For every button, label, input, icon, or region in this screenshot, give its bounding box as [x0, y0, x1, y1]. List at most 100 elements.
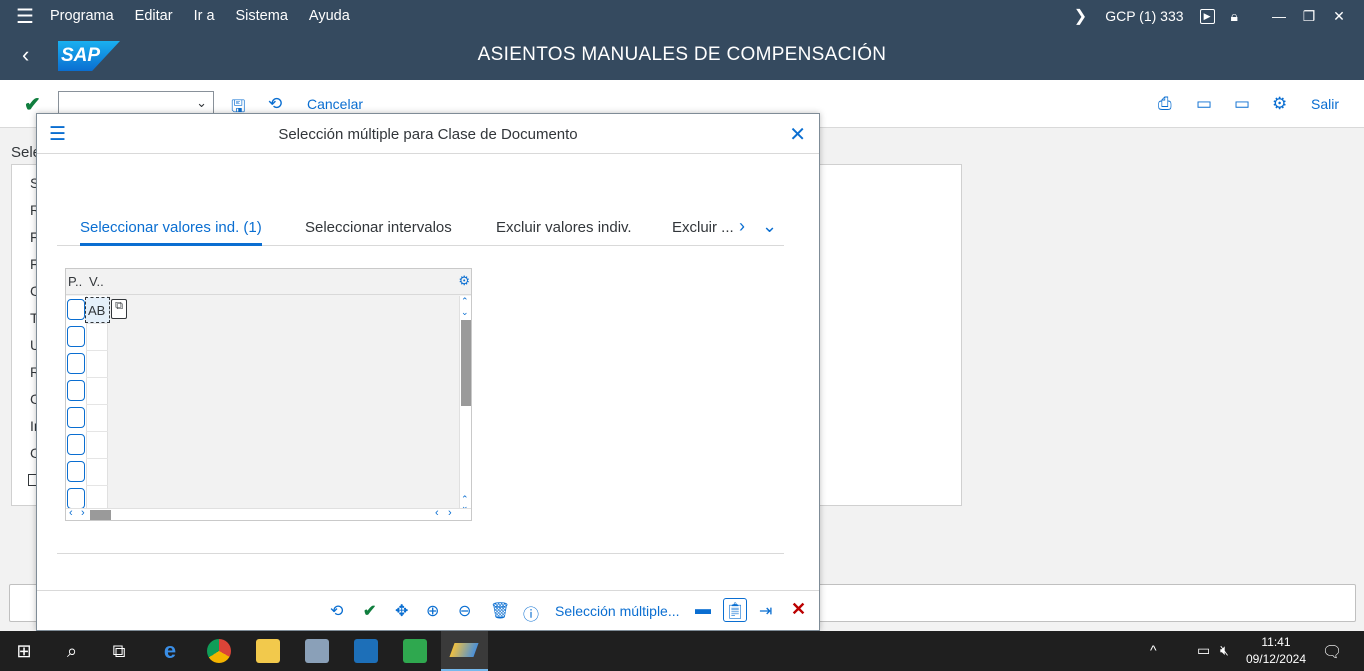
exit-button[interactable]: Salir: [1311, 96, 1339, 112]
row-divider: [86, 377, 108, 378]
tab-exclude-single-values[interactable]: Excluir valores indiv.: [496, 219, 632, 236]
dialog-divider: [57, 553, 784, 554]
menu-editar[interactable]: Editar: [135, 8, 173, 24]
multiple-selection-button[interactable]: Selección múltiple...: [555, 603, 680, 619]
hamburger-menu-icon[interactable]: ☰: [0, 4, 50, 29]
paste-clipboard-icon[interactable]: 📋︎: [723, 598, 747, 622]
taskbar: ⊞ ⌕ ⧉ e ^ ▭ 🔇︎ 11:41 09/12/2024 🗨︎: [0, 631, 1364, 671]
chevron-right-icon[interactable]: ›: [739, 216, 745, 237]
app-s-icon[interactable]: [354, 639, 378, 663]
tab-strip: Seleccionar valores ind. (1) Seleccionar…: [57, 216, 784, 246]
sap-logon-icon[interactable]: [305, 639, 329, 663]
menu-programa[interactable]: Programa: [50, 8, 114, 24]
file-explorer-icon[interactable]: [256, 639, 280, 663]
app-play-icon[interactable]: [403, 639, 427, 663]
chevron-right-icon[interactable]: ❯: [1074, 6, 1087, 26]
chevron-up-icon[interactable]: ^: [1150, 642, 1157, 658]
tab-select-single-values[interactable]: Seleccionar valores ind. (1): [80, 219, 262, 246]
table-settings-icon[interactable]: ⚙: [458, 273, 470, 289]
sap-gui-taskbar-item[interactable]: [441, 631, 488, 671]
import-icon[interactable]: ⇥: [759, 601, 772, 621]
value-column: [86, 296, 108, 510]
delete-icon[interactable]: 🗑︎: [490, 601, 510, 621]
cancel-icon[interactable]: ✕: [791, 599, 806, 620]
lock-icon[interactable]: 🔒︎: [1231, 8, 1238, 25]
scroll-thumb[interactable]: [461, 320, 471, 406]
value-cell[interactable]: AB: [85, 297, 110, 323]
row-selector[interactable]: [67, 407, 85, 428]
move-icon[interactable]: ✥: [395, 601, 408, 621]
checkbox-column: [66, 296, 86, 510]
row-divider: [86, 350, 108, 351]
history-icon[interactable]: ⟲: [268, 94, 282, 114]
multiple-selection-dialog: ☰ Selección múltiple para Clase de Docum…: [36, 113, 820, 631]
menu-ayuda[interactable]: Ayuda: [309, 8, 350, 24]
row-selector[interactable]: [67, 461, 85, 482]
row-selector[interactable]: [67, 434, 85, 455]
windows-start-icon[interactable]: ⊞: [12, 639, 36, 663]
time: 11:41: [1261, 635, 1291, 649]
chevron-down-icon[interactable]: ⌄: [762, 216, 777, 237]
cancel-button[interactable]: Cancelar: [307, 96, 363, 112]
menu-ir-a[interactable]: Ir a: [194, 8, 215, 24]
row-selector[interactable]: [67, 353, 85, 374]
date: 09/12/2024: [1245, 652, 1306, 666]
volume-icon[interactable]: 🔇︎: [1220, 642, 1229, 659]
horizontal-scrollbar[interactable]: ‹ › ‹ ›: [66, 507, 471, 520]
row-selector[interactable]: [67, 380, 85, 401]
chevron-down-icon[interactable]: ⌄: [196, 95, 207, 111]
chrome-icon[interactable]: [207, 639, 231, 663]
minimize-icon[interactable]: —: [1264, 8, 1294, 24]
close-icon[interactable]: ✕: [789, 122, 806, 147]
remove-row-icon[interactable]: ⊖: [458, 601, 471, 621]
dialog-title: Selección múltiple para Clase de Documen…: [278, 126, 578, 143]
sap-gui-icon: [449, 643, 479, 657]
vertical-scrollbar[interactable]: ⌃ ⌄ ⌃ ⌄: [459, 296, 471, 511]
page-title: ASIENTOS MANUALES DE COMPENSACIÓN: [477, 44, 887, 65]
window-icon[interactable]: ▭: [1234, 94, 1250, 114]
scroll-left-icon[interactable]: ‹: [435, 507, 439, 519]
menu-bar: ☰ Programa Editar Ir a Sistema Ayuda ❯ G…: [0, 0, 1364, 32]
row-divider: [86, 458, 108, 459]
internet-explorer-icon[interactable]: e: [158, 638, 182, 663]
notifications-icon[interactable]: 🗨︎: [1322, 642, 1342, 662]
info-icon[interactable]: ⓘ: [523, 601, 539, 625]
maximize-icon[interactable]: ❐: [1294, 8, 1324, 25]
network-icon[interactable]: ▭: [1197, 642, 1210, 659]
row-divider: [86, 485, 108, 486]
settings-icon[interactable]: ⚙: [1272, 94, 1287, 114]
table-header: P.. V.. ⚙: [66, 269, 471, 295]
row-divider: [86, 323, 108, 324]
row-selector[interactable]: [67, 299, 85, 320]
title-bar: ‹ SAP ASIENTOS MANUALES DE COMPENSACIÓN: [0, 32, 1364, 80]
add-row-icon[interactable]: ⊕: [426, 601, 439, 621]
scroll-up-icon[interactable]: ⌃: [461, 296, 469, 307]
clock[interactable]: 11:41 09/12/2024: [1246, 634, 1306, 668]
tab-exclude-ranges[interactable]: Excluir ...: [672, 219, 734, 236]
menu-sistema[interactable]: Sistema: [236, 8, 288, 24]
play-icon[interactable]: ▶: [1199, 8, 1215, 24]
print-icon[interactable]: ⎙: [1158, 94, 1172, 114]
scroll-thumb[interactable]: [90, 510, 111, 520]
confirm-icon[interactable]: ✔: [363, 601, 376, 621]
task-view-icon[interactable]: ⧉: [107, 639, 131, 663]
scroll-right-icon[interactable]: ›: [448, 507, 452, 519]
row-divider: [86, 431, 108, 432]
dialog-header: ☰ Selección múltiple para Clase de Docum…: [37, 114, 819, 154]
scroll-left-icon[interactable]: ‹: [69, 507, 73, 519]
close-window-icon[interactable]: ✕: [1324, 8, 1354, 25]
scroll-right-icon[interactable]: ›: [81, 507, 85, 519]
search-icon[interactable]: ⌕: [60, 639, 84, 663]
comment-icon[interactable]: ▬: [695, 601, 711, 619]
history-icon[interactable]: ⟲: [330, 601, 343, 621]
row-selector[interactable]: [67, 488, 85, 509]
new-window-icon[interactable]: ▭: [1196, 94, 1212, 114]
system-info[interactable]: GCP (1) 333: [1105, 8, 1183, 24]
tab-select-ranges[interactable]: Seleccionar intervalos: [305, 219, 452, 236]
value-help-icon[interactable]: ⧉: [111, 299, 127, 319]
row-selector[interactable]: [67, 326, 85, 347]
scroll-down-icon[interactable]: ⌄: [461, 307, 469, 318]
dialog-footer: ⟲ ✔ ✥ ⊕ ⊖ 🗑︎ ⓘ Selección múltiple... ▬ 📋…: [37, 590, 819, 630]
column-header-p[interactable]: P..: [68, 274, 82, 289]
column-header-v[interactable]: V..: [89, 274, 104, 289]
